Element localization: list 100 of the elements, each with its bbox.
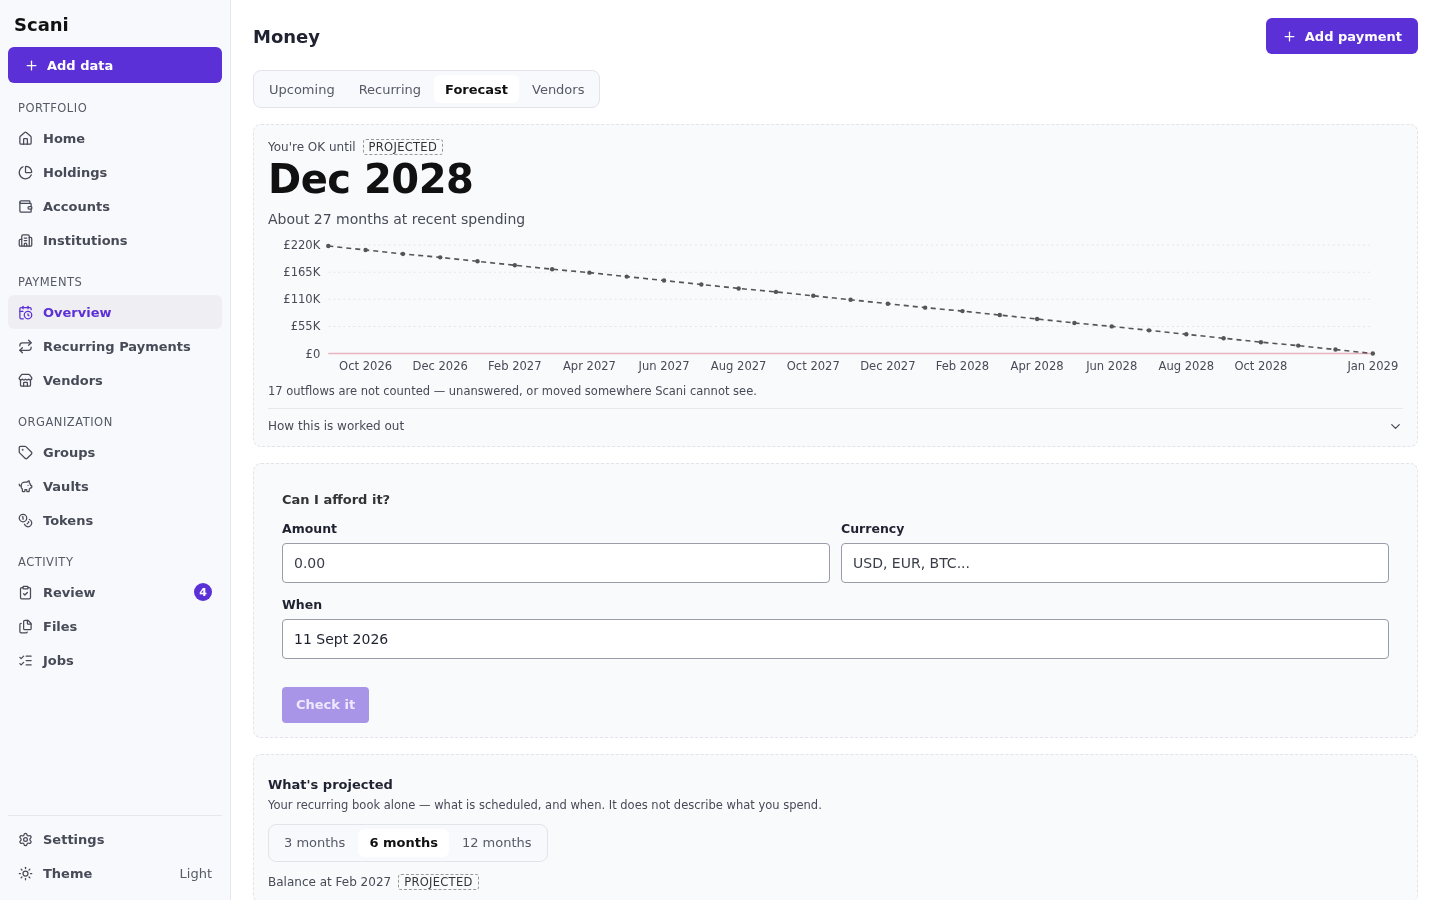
x-axis-label: Dec 2027	[860, 358, 916, 373]
section-heading: PAYMENTS	[17, 274, 84, 291]
clipboard-check-icon	[18, 584, 33, 600]
nav-label: Files	[43, 618, 78, 634]
settings-item[interactable]: Settings	[8, 822, 222, 856]
x-axis-label: Apr 2028	[1010, 358, 1064, 373]
theme-item[interactable]: Theme Light	[8, 856, 222, 890]
x-axis-label: Oct 2026	[339, 358, 393, 373]
home-icon	[18, 130, 33, 146]
plus-icon	[24, 57, 39, 73]
nav-label: Holdings	[43, 164, 108, 180]
tab[interactable]: Forecast	[434, 75, 519, 103]
tag-icon	[18, 444, 33, 460]
x-axis-label: Dec 2026	[412, 358, 468, 373]
range-option[interactable]: 12 months	[450, 828, 543, 857]
nav-item[interactable]: Vaults	[8, 469, 222, 503]
runway-subtitle: About 27 months at recent spending	[268, 211, 527, 227]
x-axis-label: Jun 2027	[638, 358, 690, 373]
coins-icon	[18, 512, 33, 528]
nav-label: Vendors	[43, 372, 103, 388]
nav-label: Overview	[43, 304, 112, 320]
nav-label: Vaults	[43, 478, 89, 494]
outflows-note: 17 outflows are not counted — unanswered, or moved somewhere Scani cannot see.	[268, 383, 1403, 409]
runway-intro: You're OK until	[268, 140, 356, 154]
runway-date: Dec 2028	[268, 157, 475, 201]
nav-item[interactable]: Recurring Payments	[8, 329, 222, 363]
input-field[interactable]: USD, EUR, BTC...	[841, 542, 1389, 583]
nav-label: Home	[43, 130, 86, 146]
input-field[interactable]: 11 Sept 2026	[282, 618, 1389, 659]
nav-item[interactable]: Groups	[8, 435, 222, 469]
nav-label: Jobs	[43, 652, 74, 668]
sun-icon	[18, 865, 33, 881]
nav-label: Theme	[43, 865, 93, 881]
nav-item[interactable]: Jobs	[8, 643, 222, 677]
tab[interactable]: Upcoming	[258, 75, 346, 103]
field-label: When	[282, 596, 324, 612]
nav-item[interactable]: Institutions	[8, 223, 222, 257]
range-option[interactable]: 3 months	[273, 828, 357, 857]
range-option[interactable]: 6 months	[358, 828, 449, 857]
x-axis-label: Aug 2028	[1158, 358, 1215, 373]
field-label: Currency	[841, 520, 906, 536]
nav-item[interactable]: Overview	[8, 295, 222, 329]
tab[interactable]: Recurring	[347, 75, 433, 103]
balance-label: Balance at Feb 2027	[268, 874, 392, 889]
page-title: Money	[253, 25, 321, 47]
brand-name: Scani	[13, 13, 70, 37]
projected-tag: PROJECTED	[398, 873, 479, 890]
nav-label: Groups	[43, 444, 96, 460]
nav-item[interactable]: Home	[8, 121, 222, 155]
nav-label: Accounts	[43, 198, 110, 214]
pie-chart-icon	[18, 164, 33, 180]
nav-label: Tokens	[43, 512, 94, 528]
files-icon	[18, 618, 33, 634]
nav-item[interactable]: Tokens	[8, 503, 222, 537]
x-axis-label: Aug 2027	[710, 358, 767, 373]
y-axis-label: £110K	[283, 292, 321, 307]
theme-value: Light	[179, 865, 212, 881]
nav-item[interactable]: Holdings	[8, 155, 222, 189]
y-axis-label: £55K	[290, 319, 321, 334]
add-payment-button[interactable]: Add payment	[1265, 18, 1418, 54]
x-axis-label: Oct 2028	[1234, 358, 1288, 373]
piggy-bank-icon	[18, 478, 33, 494]
y-axis-label: £165K	[283, 265, 321, 280]
section-heading: ORGANIZATION	[17, 414, 114, 431]
nav-label: Settings	[43, 831, 105, 847]
checklist-icon	[18, 652, 33, 668]
x-axis-label: Apr 2027	[562, 358, 616, 373]
nav-label: Review	[43, 584, 96, 600]
tab[interactable]: Vendors	[521, 75, 596, 103]
nav-item[interactable]: Vendors	[8, 363, 222, 397]
settings-icon	[18, 831, 33, 847]
x-axis-label: Feb 2028	[935, 358, 990, 373]
nav-item[interactable]: Accounts	[8, 189, 222, 223]
section-heading: ACTIVITY	[17, 554, 75, 571]
details-toggle[interactable]: How this is worked out	[268, 408, 1403, 434]
field-label: Amount	[282, 520, 339, 536]
nav-label: Institutions	[43, 232, 128, 248]
projected-title: What's projected	[268, 776, 394, 792]
nav-label: Recurring Payments	[43, 338, 191, 354]
nav-item[interactable]: Review 4	[8, 575, 222, 609]
wallet-icon	[18, 198, 33, 214]
store-icon	[18, 372, 33, 388]
add-data-button[interactable]: Add data	[8, 47, 222, 83]
count-badge: 4	[194, 583, 212, 601]
y-axis-label: £220K	[283, 238, 321, 253]
nav-item[interactable]: Files	[8, 609, 222, 643]
repeat-icon	[18, 338, 33, 354]
x-axis-label: Oct 2027	[786, 358, 840, 373]
y-axis-label: £0	[305, 346, 321, 361]
x-axis-label: Feb 2027	[488, 358, 542, 373]
input-field[interactable]: 0.00	[282, 542, 830, 583]
projected-tag: PROJECTED	[362, 139, 444, 155]
projected-description: Your recurring book alone — what is scheduled, and when. It does not describe what you spend.	[268, 797, 823, 812]
x-axis-label: Jan 2029	[1347, 358, 1399, 373]
afford-title: Can I afford it?	[282, 491, 392, 507]
building-icon	[18, 232, 33, 248]
section-heading: PORTFOLIO	[17, 100, 89, 117]
x-axis-label: Jun 2028	[1086, 358, 1138, 373]
plus-icon	[1281, 28, 1297, 44]
calendar-clock-icon	[18, 304, 33, 320]
